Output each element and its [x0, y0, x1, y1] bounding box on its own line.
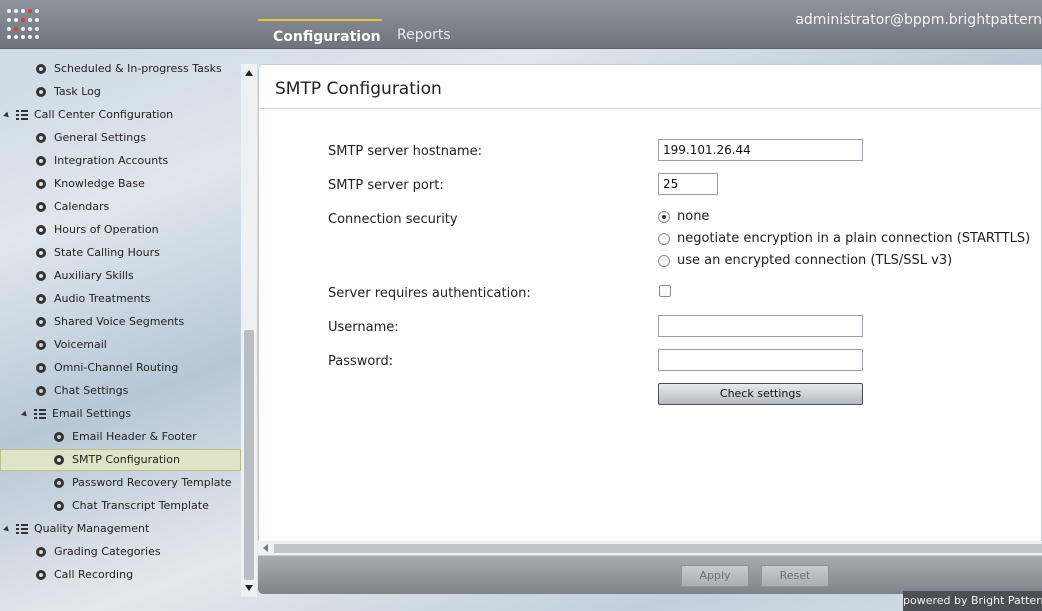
- sidebar-item-password-recovery-template[interactable]: Password Recovery Template: [54, 472, 232, 494]
- sidebar-item-task-log[interactable]: Task Log: [36, 81, 101, 103]
- page-title: SMTP Configuration: [275, 79, 442, 99]
- scroll-down-arrow-icon[interactable]: [245, 585, 253, 591]
- username-label: Username:: [328, 320, 399, 335]
- sidebar-item-grading-categories[interactable]: Grading Categories: [36, 541, 161, 563]
- user-account[interactable]: administrator@bppm.brightpattern: [795, 12, 1042, 28]
- bullet-icon: [54, 478, 64, 488]
- bullet-icon: [54, 432, 64, 442]
- username-input[interactable]: [658, 315, 863, 337]
- title-divider: [259, 108, 1041, 109]
- sidebar-item-email-header-footer[interactable]: Email Header & Footer: [54, 426, 197, 448]
- connection-security-label: Connection security: [328, 212, 458, 227]
- sidebar-tree: Scheduled & In-progress Tasks Task Log C…: [0, 58, 241, 598]
- sidebar-item-shared-voice-segments[interactable]: Shared Voice Segments: [36, 311, 184, 333]
- sidebar-item-auxiliary-skills[interactable]: Auxiliary Skills: [36, 265, 134, 287]
- smtp-hostname-input[interactable]: 199.101.26.44: [658, 139, 863, 161]
- bullet-icon: [36, 156, 46, 166]
- bullet-icon: [36, 248, 46, 258]
- list-icon: [34, 409, 46, 419]
- sidebar-item-scheduled-tasks[interactable]: Scheduled & In-progress Tasks: [36, 58, 222, 80]
- radio-button[interactable]: [658, 254, 670, 267]
- sidebar-item-chat-settings[interactable]: Chat Settings: [36, 380, 128, 402]
- check-settings-button[interactable]: Check settings: [658, 383, 863, 405]
- sidebar-scrollbar-thumb[interactable]: [244, 330, 254, 580]
- bullet-icon: [54, 455, 64, 465]
- security-option-none[interactable]: none: [658, 209, 709, 224]
- bullet-icon: [54, 501, 64, 511]
- bullet-icon: [36, 133, 46, 143]
- smtp-configuration-panel: SMTP Configuration SMTP server hostname:…: [258, 64, 1042, 556]
- password-input[interactable]: [658, 349, 863, 371]
- sidebar-item-hours-of-operation[interactable]: Hours of Operation: [36, 219, 159, 241]
- apply-button[interactable]: Apply: [681, 565, 749, 587]
- main-horizontal-scrollbar[interactable]: [258, 541, 1042, 555]
- sidebar-folder-email-settings[interactable]: Email Settings: [21, 403, 131, 425]
- scroll-left-arrow-icon[interactable]: [263, 544, 268, 552]
- sidebar-item-audio-treatments[interactable]: Audio Treatments: [36, 288, 150, 310]
- security-option-starttls[interactable]: negotiate encryption in a plain connecti…: [658, 231, 1030, 246]
- sidebar-folder-call-center-configuration[interactable]: Call Center Configuration: [3, 104, 173, 126]
- smtp-port-input[interactable]: 25: [658, 173, 718, 195]
- security-option-tls-ssl[interactable]: use an encrypted connection (TLS/SSL v3): [658, 253, 952, 268]
- bullet-icon: [36, 225, 46, 235]
- bullet-icon: [36, 179, 46, 189]
- sidebar-item-smtp-configuration[interactable]: SMTP Configuration: [0, 449, 241, 471]
- password-label: Password:: [328, 354, 394, 369]
- hostname-label: SMTP server hostname:: [328, 144, 482, 159]
- bullet-icon: [36, 547, 46, 557]
- action-bar: Apply Reset: [258, 556, 1042, 594]
- list-icon: [16, 110, 28, 120]
- scroll-up-arrow-icon[interactable]: [245, 70, 253, 76]
- bright-pattern-logo-icon[interactable]: [7, 9, 39, 41]
- sidebar-item-state-calling-hours[interactable]: State Calling Hours: [36, 242, 160, 264]
- bullet-icon: [36, 317, 46, 327]
- bullet-icon: [36, 340, 46, 350]
- expand-arrow-icon[interactable]: [21, 410, 29, 418]
- expand-arrow-icon[interactable]: [3, 111, 11, 119]
- list-icon: [16, 524, 28, 534]
- expand-arrow-icon[interactable]: [3, 525, 11, 533]
- bullet-icon: [36, 570, 46, 580]
- sidebar-item-general-settings[interactable]: General Settings: [36, 127, 146, 149]
- auth-label: Server requires authentication:: [328, 286, 531, 301]
- top-bar: Configuration Reports administrator@bppm…: [0, 0, 1042, 49]
- sidebar-item-omni-channel-routing[interactable]: Omni-Channel Routing: [36, 357, 178, 379]
- sidebar-folder-quality-management[interactable]: Quality Management: [3, 518, 149, 540]
- sidebar-item-knowledge-base[interactable]: Knowledge Base: [36, 173, 145, 195]
- bullet-icon: [36, 87, 46, 97]
- tab-reports[interactable]: Reports: [382, 19, 466, 49]
- sidebar-item-call-recording[interactable]: Call Recording: [36, 564, 133, 586]
- bullet-icon: [36, 64, 46, 74]
- bullet-icon: [36, 294, 46, 304]
- powered-by-label: powered by Bright Pattern: [903, 591, 1042, 611]
- auth-required-checkbox[interactable]: [659, 285, 671, 297]
- sidebar-item-integration-accounts[interactable]: Integration Accounts: [36, 150, 168, 172]
- bullet-icon: [36, 363, 46, 373]
- bullet-icon: [36, 271, 46, 281]
- radio-button[interactable]: [658, 232, 670, 245]
- port-label: SMTP server port:: [328, 178, 444, 193]
- reset-button[interactable]: Reset: [761, 565, 829, 587]
- bullet-icon: [36, 386, 46, 396]
- sidebar-item-voicemail[interactable]: Voicemail: [36, 334, 107, 356]
- sidebar-scrollbar[interactable]: [241, 64, 257, 597]
- sidebar-item-chat-transcript-template[interactable]: Chat Transcript Template: [54, 495, 209, 517]
- tab-configuration[interactable]: Configuration: [258, 19, 382, 49]
- radio-button[interactable]: [658, 210, 670, 223]
- bullet-icon: [36, 202, 46, 212]
- horizontal-scrollbar-thumb[interactable]: [274, 544, 1042, 553]
- sidebar-item-calendars[interactable]: Calendars: [36, 196, 109, 218]
